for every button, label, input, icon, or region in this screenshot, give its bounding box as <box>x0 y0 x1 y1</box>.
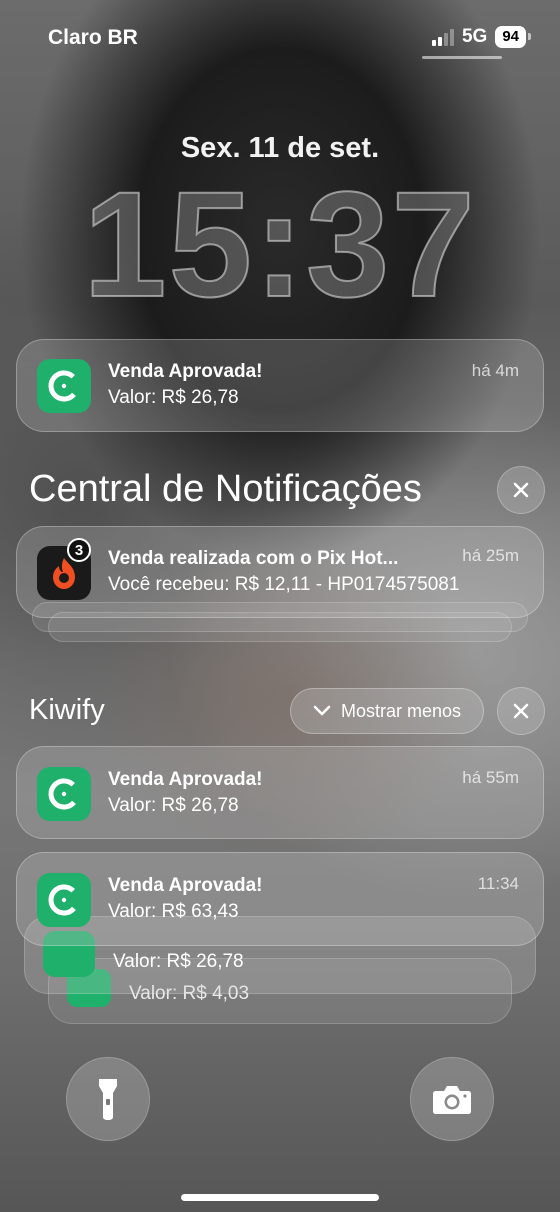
status-underline <box>422 56 502 59</box>
notification-body: Valor: R$ 26,78 <box>108 387 239 408</box>
camera-button[interactable] <box>410 1057 494 1141</box>
notification-time: há 25m <box>462 546 519 565</box>
status-indicators: 5G 94 <box>431 26 531 48</box>
notification-body: Você recebeu: R$ 12,11 - HP0174575081 <box>108 574 460 595</box>
home-indicator[interactable] <box>181 1194 379 1201</box>
notification-time: há 4m <box>471 361 519 380</box>
chevron-down-icon <box>313 705 331 716</box>
clear-group-button[interactable] <box>497 687 545 735</box>
notification-center-title: Central de Notificações <box>29 468 422 510</box>
clear-all-button[interactable] <box>497 466 545 514</box>
kiwify-icon <box>37 359 91 413</box>
notification-card[interactable]: Venda Aprovada! Valor: R$ 26,78 há 4m <box>16 339 544 432</box>
group-title: Kiwify <box>29 694 105 726</box>
kiwify-icon <box>37 767 91 821</box>
notification-title: Venda Aprovada! <box>108 361 263 382</box>
kiwify-icon <box>37 873 91 927</box>
carrier-label: Claro BR <box>48 26 138 49</box>
lock-clock: 15:37 <box>82 160 477 328</box>
notification-body: Valor: R$ 26,78 <box>113 951 244 972</box>
notification-body: Valor: R$ 26,78 <box>108 795 239 816</box>
close-icon <box>513 703 529 719</box>
show-less-button[interactable]: Mostrar menos <box>290 688 484 734</box>
notification-card-hotmart[interactable]: Venda realizada com o Pix Hot... Você re… <box>16 526 544 618</box>
battery-icon: 94 <box>495 26 531 48</box>
flashlight-icon <box>99 1079 117 1120</box>
notification-card[interactable]: Venda Aprovada! Valor: R$ 63,43 11:34 <box>16 852 544 946</box>
notification-body: Valor: R$ 63,43 <box>108 901 239 922</box>
notification-count-badge: 3 <box>67 538 91 562</box>
network-label: 5G <box>461 26 488 47</box>
flashlight-button[interactable] <box>66 1057 150 1141</box>
notification-time: há 55m <box>462 768 519 787</box>
notification-title: Venda Aprovada! <box>108 769 263 790</box>
show-less-label: Mostrar menos <box>340 700 462 721</box>
close-icon <box>513 482 529 498</box>
notification-title: Venda realizada com o Pix Hot... <box>108 548 399 569</box>
notification-card[interactable]: Venda Aprovada! Valor: R$ 26,78 há 55m <box>16 746 544 839</box>
notification-time: 11:34 <box>477 874 519 893</box>
camera-icon <box>433 1086 471 1114</box>
notification-title: Venda Aprovada! <box>108 875 263 896</box>
signal-icon <box>431 28 454 46</box>
